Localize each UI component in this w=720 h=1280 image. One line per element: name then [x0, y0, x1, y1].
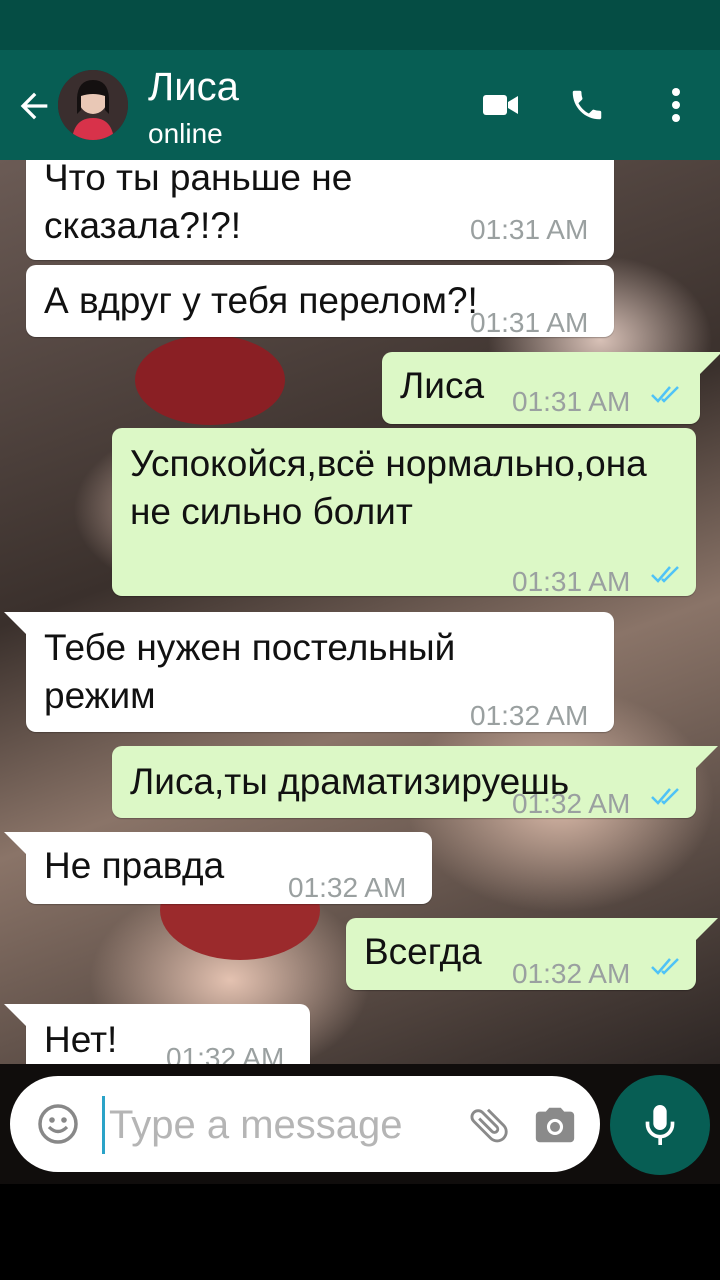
message-bubble-outgoing[interactable]: Всегда 01:32 AM	[346, 918, 718, 990]
message-composer	[10, 1076, 600, 1172]
message-text: А вдруг у тебя перелом?!	[44, 280, 478, 321]
video-call-icon	[483, 95, 518, 115]
message-time: 01:32 AM	[166, 1042, 285, 1064]
double-check-icon	[651, 788, 679, 805]
bubble-tail	[4, 1004, 26, 1026]
message-time: 01:32 AM	[470, 700, 589, 731]
chat-area[interactable]: Что ты раньше не сказала?!?! 01:31 AM А …	[0, 160, 720, 1064]
camera-icon[interactable]	[532, 1102, 578, 1148]
bubble-tail	[696, 746, 718, 768]
message-bubble-outgoing[interactable]: Лиса,ты драматизируешь 01:32 AM	[112, 746, 718, 819]
bubble-tail	[4, 612, 26, 634]
message-text: Тебе нужен постельный режим	[44, 627, 456, 716]
navigation-bar	[0, 1184, 720, 1280]
bubble-tail	[700, 352, 720, 374]
double-check-icon	[651, 386, 679, 403]
message-time: 01:31 AM	[470, 214, 589, 245]
contact-status: online	[148, 118, 223, 149]
paperclip-icon[interactable]	[466, 1102, 512, 1148]
message-time: 01:31 AM	[512, 386, 631, 417]
double-check-icon	[651, 958, 679, 975]
message-bubble-outgoing[interactable]: Лиса 01:31 AM	[382, 352, 720, 424]
message-bubble-incoming[interactable]: Что ты раньше не сказала?!?! 01:31 AM	[26, 160, 614, 260]
message-text: Лиса	[400, 365, 485, 406]
message-bubble-incoming[interactable]: Тебе нужен постельный режим 01:32 AM	[4, 612, 614, 732]
more-vert-icon	[672, 88, 680, 122]
message-text: Лиса,ты драматизируешь	[130, 761, 570, 802]
message-text: Не правда	[44, 845, 225, 886]
contact-name[interactable]: Лиса	[148, 64, 239, 110]
chat-header: Лиса online	[0, 50, 720, 160]
message-bubble-incoming[interactable]: Не правда 01:32 AM	[4, 832, 432, 904]
wallpaper-photo	[135, 335, 285, 425]
avatar[interactable]	[58, 70, 128, 140]
message-time: 01:31 AM	[470, 307, 589, 338]
voice-record-button[interactable]	[610, 1075, 710, 1175]
message-text: Успокойся,всё нормально,она не сильно бо…	[130, 443, 647, 532]
message-bubble-incoming[interactable]: А вдруг у тебя перелом?! 01:31 AM	[26, 265, 614, 338]
double-check-icon	[651, 566, 679, 583]
message-text: Всегда	[364, 931, 482, 972]
bubble-tail	[696, 918, 718, 940]
emoji-icon[interactable]	[36, 1102, 80, 1146]
more-options-button[interactable]	[651, 80, 701, 130]
phone-icon	[572, 90, 602, 120]
arrow-back-icon	[20, 92, 48, 120]
bubble-tail	[4, 832, 26, 854]
message-bubble-incoming[interactable]: Нет! 01:32 AM	[4, 1004, 310, 1064]
status-bar	[0, 0, 720, 50]
video-call-button[interactable]	[476, 80, 526, 130]
message-text: Нет!	[44, 1019, 118, 1060]
back-button[interactable]	[14, 86, 54, 126]
mic-icon	[645, 1105, 675, 1145]
message-bubble-outgoing[interactable]: Успокойся,всё нормально,она не сильно бо…	[112, 428, 696, 597]
message-time: 01:32 AM	[512, 788, 631, 819]
message-input[interactable]	[102, 1096, 461, 1154]
voice-call-button[interactable]	[562, 80, 612, 130]
message-text: Что ты раньше не сказала?!?!	[44, 160, 353, 246]
message-time: 01:32 AM	[288, 872, 407, 903]
message-time: 01:32 AM	[512, 958, 631, 989]
message-time: 01:31 AM	[512, 566, 631, 597]
